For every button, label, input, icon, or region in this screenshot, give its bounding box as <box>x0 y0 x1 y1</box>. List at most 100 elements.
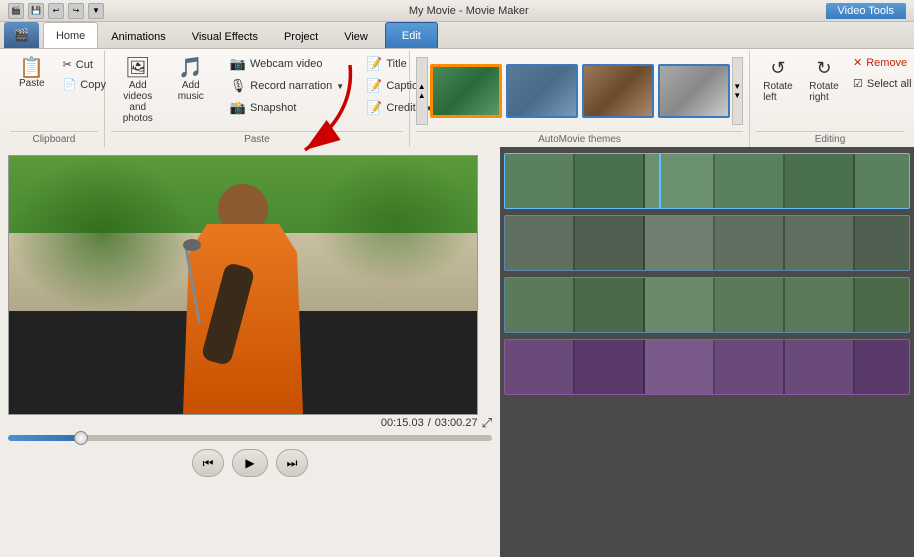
themes-scroll-up[interactable]: ▲▲ <box>416 57 428 125</box>
title-bar-icons: 🎬 💾 ↩ ↪ ▼ <box>8 3 104 19</box>
paste-button[interactable]: 📋 Paste <box>10 53 54 94</box>
redo-icon[interactable]: ↪ <box>68 3 84 19</box>
next-frame-icon: ⏭ <box>287 456 298 471</box>
record-label: Record narration <box>250 80 332 92</box>
theme-preview-4 <box>660 66 728 116</box>
clipboard-group: 📋 Paste ✂ Cut 📄 Copy Clipboard <box>4 51 105 147</box>
theme-item-4[interactable] <box>658 64 730 118</box>
themes-scroll-down[interactable]: ▼▼ <box>732 57 744 125</box>
title-icon: 📝 <box>366 56 382 72</box>
video-preview <box>8 155 478 415</box>
title-label: Title <box>386 58 406 70</box>
add-label: Paste <box>111 131 403 147</box>
remove-icon: ✕ <box>853 56 862 69</box>
snapshot-label: Snapshot <box>250 102 296 114</box>
app-menu-button[interactable]: 🎬 <box>4 22 39 48</box>
playback-controls: ⏮ ▶ ⏭ <box>8 449 492 477</box>
time-display: 00:15.03 / 03:00.27 ⤢ <box>8 415 492 431</box>
expand-button[interactable]: ⤢ <box>482 415 492 431</box>
film-strip-2 <box>505 216 909 270</box>
copy-label: Copy <box>80 79 106 91</box>
preview-pane: 00:15.03 / 03:00.27 ⤢ ⏮ ▶ ⏭ <box>0 147 500 557</box>
ribbon: 📋 Paste ✂ Cut 📄 Copy Clipboard 🖼 Add <box>0 49 914 147</box>
prev-frame-button[interactable]: ⏮ <box>192 449 224 477</box>
window-title: My Movie - Movie Maker <box>112 5 826 17</box>
add-music-button[interactable]: 🎵 Add music <box>169 53 213 107</box>
timeline-track-4[interactable] <box>504 339 910 395</box>
automovie-group: ▲▲ ▼▼ AutoMovie themes <box>410 51 750 147</box>
record-dropdown-icon[interactable]: ▼ <box>336 82 344 91</box>
credits-icon: 📝 <box>366 100 382 116</box>
timeline-track-3[interactable] <box>504 277 910 333</box>
timeline-track-2[interactable] <box>504 215 910 271</box>
select-all-button[interactable]: ☑ Select all <box>848 74 914 93</box>
theme-item-1[interactable] <box>430 64 502 118</box>
total-time: 03:00.27 <box>435 417 478 429</box>
copy-icon: 📄 <box>63 78 77 91</box>
tab-visual-effects[interactable]: Visual Effects <box>179 24 271 48</box>
select-all-icon: ☑ <box>853 77 863 90</box>
theme-preview-3 <box>584 66 652 116</box>
title-bar: 🎬 💾 ↩ ↪ ▼ My Movie - Movie Maker Video T… <box>0 0 914 22</box>
tab-view[interactable]: View <box>331 24 381 48</box>
caption-icon: 📝 <box>366 78 382 94</box>
tab-edit[interactable]: Edit <box>385 22 438 48</box>
select-all-label: Select all <box>867 78 912 90</box>
rotate-left-button[interactable]: ↺ Rotate left <box>756 53 800 108</box>
progress-fill <box>8 435 81 441</box>
record-icon: 🎙 <box>230 78 247 94</box>
tab-animations[interactable]: Animations <box>98 24 178 48</box>
snapshot-button[interactable]: 📸 Snapshot <box>225 97 349 119</box>
main-content: 00:15.03 / 03:00.27 ⤢ ⏮ ▶ ⏭ <box>0 147 914 557</box>
editing-content: ↺ Rotate left ↻ Rotate right ✕ Remove ☑ … <box>756 53 904 129</box>
time-separator: / <box>428 417 431 429</box>
editing-label: Editing <box>756 131 904 147</box>
remove-button[interactable]: ✕ Remove <box>848 53 914 72</box>
paste-label: Paste <box>19 78 45 89</box>
add-videos-button[interactable]: 🖼 Add videos and photos <box>111 53 165 129</box>
film-strip-3 <box>505 278 909 332</box>
webcam-video-button[interactable]: 📷 Webcam video <box>225 53 349 75</box>
rotate-right-button[interactable]: ↻ Rotate right <box>802 53 846 108</box>
cut-label: Cut <box>76 59 93 71</box>
add-music-label: Add music <box>178 80 204 102</box>
add-group-content: 🖼 Add videos and photos 🎵 Add music 📷 We… <box>111 53 403 129</box>
record-narration-button[interactable]: 🎙 Record narration ▼ <box>225 75 349 97</box>
timeline-pane <box>500 147 914 557</box>
add-videos-icon: 🖼 <box>125 58 150 78</box>
undo-icon[interactable]: ↩ <box>48 3 64 19</box>
tab-row: 🎬 Home Animations Visual Effects Project… <box>0 22 914 49</box>
add-videos-label: Add videos and photos <box>120 80 156 124</box>
theme-item-3[interactable] <box>582 64 654 118</box>
rotate-left-label: Rotate left <box>763 81 792 103</box>
editing-group: ↺ Rotate left ↻ Rotate right ✕ Remove ☑ … <box>750 51 910 147</box>
tab-project[interactable]: Project <box>271 24 331 48</box>
film-strip-1 <box>505 154 909 208</box>
play-button[interactable]: ▶ <box>232 449 268 477</box>
playhead <box>659 154 661 208</box>
play-icon: ▶ <box>245 456 254 470</box>
remove-label: Remove <box>866 57 907 69</box>
quick-access-dropdown[interactable]: ▼ <box>88 3 104 19</box>
webcam-icon: 📷 <box>230 56 246 72</box>
timeline-track-1[interactable] <box>504 153 910 209</box>
automovie-label: AutoMovie themes <box>416 131 743 147</box>
theme-preview-2 <box>508 66 576 116</box>
film-strip-4 <box>505 340 909 394</box>
progress-thumb[interactable] <box>74 431 88 445</box>
theme-item-2[interactable] <box>506 64 578 118</box>
add-group: 🖼 Add videos and photos 🎵 Add music 📷 We… <box>105 51 410 147</box>
rotate-left-icon: ↺ <box>770 58 785 79</box>
video-tools-badge: Video Tools <box>826 3 906 19</box>
webcam-label: Webcam video <box>250 58 323 70</box>
tab-home[interactable]: Home <box>43 22 98 48</box>
add-music-icon: 🎵 <box>178 58 203 78</box>
rotate-right-label: Rotate right <box>809 81 838 103</box>
progress-bar[interactable] <box>8 435 492 441</box>
save-icon[interactable]: 💾 <box>28 3 44 19</box>
automovie-content: ▲▲ ▼▼ <box>416 53 743 129</box>
current-time: 00:15.03 <box>381 417 424 429</box>
next-frame-button[interactable]: ⏭ <box>276 449 308 477</box>
add-items-col: 📷 Webcam video 🎙 Record narration ▼ 📸 Sn… <box>225 53 349 119</box>
cut-icon: ✂ <box>63 58 72 71</box>
